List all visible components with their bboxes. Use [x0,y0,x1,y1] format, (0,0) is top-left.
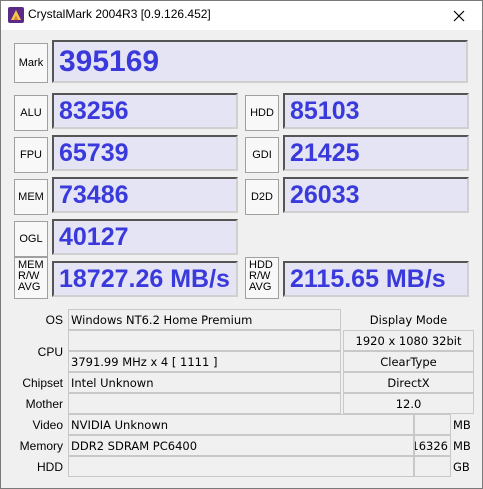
close-button[interactable] [436,1,482,30]
mem-button[interactable]: MEM [14,179,48,215]
display-mode-label: Display Mode [343,309,474,330]
chipset-value: Intel Unknown [68,372,341,393]
app-window: CrystalMark 2004R3 [0.9.126.452] Mark 39… [0,0,483,489]
alu-score: 83256 [52,93,238,129]
gdi-score: 21425 [283,135,469,171]
chipset-label: Chipset [22,376,63,390]
hdd-rw-button[interactable]: HDD R/W AVG [245,257,279,299]
os-label: OS [45,313,63,327]
memory-size: 16326 [414,435,451,456]
mem-rw-score: 18727.26 MB/s [52,261,238,297]
fpu-button[interactable]: FPU [14,137,48,173]
display-mode-value: 1920 x 1080 32bit [343,330,474,351]
cpu-value: 3791.99 MHz x 4 [ 1111 ] [68,351,341,372]
video-size [414,414,451,435]
mem-rw-label-line3: AVG [18,281,41,293]
mem-rw-button[interactable]: MEM R/W AVG [14,257,48,299]
memory-value: DDR2 SDRAM PC6400 [68,435,414,456]
hdd-score: 85103 [283,93,469,129]
client-area: Mark 395169 ALU 83256 HDD 85103 FPU 6573… [1,30,482,488]
hdd-info-unit: GB [453,460,470,474]
video-value: NVIDIA Unknown [68,414,414,435]
cleartype-label: ClearType [343,351,474,372]
window-title: CrystalMark 2004R3 [0.9.126.452] [28,7,211,21]
d2d-button[interactable]: D2D [245,179,279,215]
cpu-value-top [68,330,341,351]
mem-score: 73486 [52,177,238,213]
title-bar[interactable]: CrystalMark 2004R3 [0.9.126.452] [1,1,482,30]
d2d-score: 26033 [283,177,469,213]
hdd-info-label: HDD [37,460,63,474]
cpu-label: CPU [37,345,63,359]
mark-score: 395169 [52,40,468,83]
hdd-info-size [414,456,451,477]
mark-button[interactable]: Mark [14,43,48,83]
mother-label: Mother [25,397,63,411]
gdi-button[interactable]: GDI [245,137,279,173]
hdd-button[interactable]: HDD [245,95,279,131]
directx-value: 12.0 [343,393,474,414]
os-value: Windows NT6.2 Home Premium [68,309,341,330]
ogl-button[interactable]: OGL [14,221,48,257]
hdd-rw-label-line3: AVG [249,281,272,293]
fpu-score: 65739 [52,135,238,171]
memory-unit: MB [453,439,471,453]
ogl-score: 40127 [52,219,238,255]
video-unit: MB [453,418,471,432]
memory-label: Memory [19,439,63,453]
directx-label: DirectX [343,372,474,393]
hdd-info-value [68,456,414,477]
mother-value [68,393,341,414]
alu-button[interactable]: ALU [14,95,48,131]
video-label: Video [32,418,63,432]
crystalmark-app-icon [8,7,24,23]
hdd-rw-score: 2115.65 MB/s [283,261,469,297]
close-icon [453,10,465,21]
